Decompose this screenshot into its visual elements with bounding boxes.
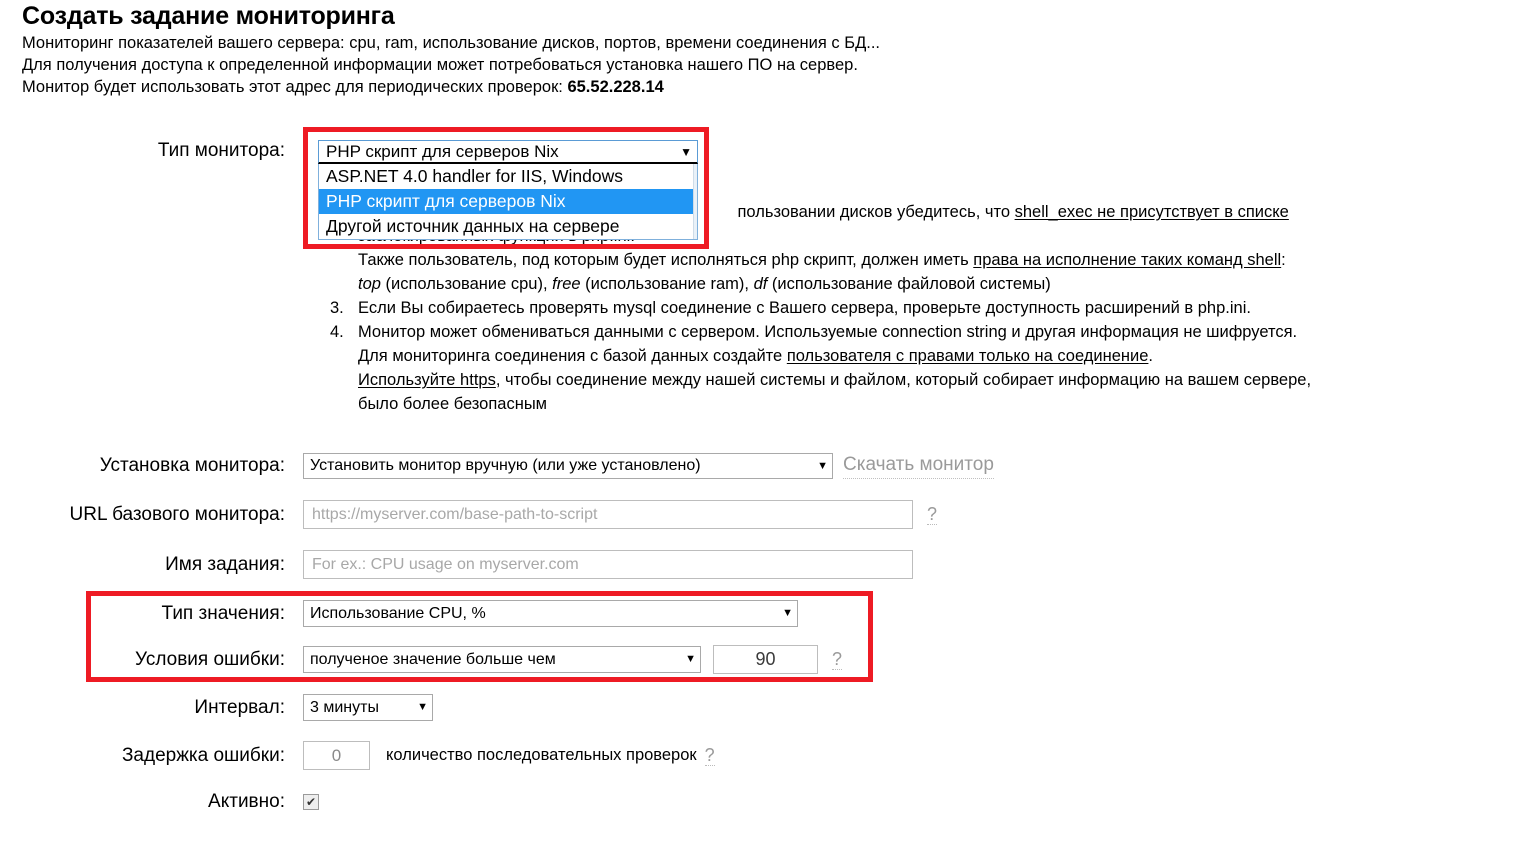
job-name-label: Имя задания: [165, 553, 285, 575]
instruction-item-4-line3-tail: , чтобы соединение между нашей системы и… [495, 371, 1312, 389]
instruction-item-4-line4: было более безопасным [358, 395, 548, 413]
value-type-selected-text: Использование CPU, % [310, 604, 486, 622]
monitor-type-option-list[interactable]: ASP.NET 4.0 handler for IIS, Windows PHP… [318, 164, 698, 240]
download-monitor-link[interactable]: Скачать монитор [843, 454, 994, 479]
cmd-top: top [358, 275, 381, 293]
cmd-df: df [753, 275, 768, 293]
instruction-item-4-body: Монитор может обмениваться данными с сер… [358, 320, 1311, 416]
interval-label: Интервал: [194, 696, 285, 718]
error-delay-input[interactable]: 0 [303, 741, 370, 770]
row-monitor-type: Тип монитора: [0, 140, 303, 162]
chevron-down-icon: ▼ [417, 701, 428, 713]
row-error-condition: Условия ошибки: полученое значение больш… [0, 645, 843, 674]
instruction-para-a-line1-text: Также пользователь, под которым будет ис… [358, 251, 974, 269]
error-condition-help-icon[interactable]: ? [832, 650, 843, 670]
monitor-type-selected-text: PHP скрипт для серверов Nix [326, 141, 559, 161]
shell-exec-link[interactable]: shell_exec не присутствует в списке [1015, 203, 1289, 221]
shell-rights-link[interactable]: права на исполнение таких команд shell [973, 251, 1281, 269]
cmd-free-desc: (использование ram), [580, 275, 754, 293]
value-type-select[interactable]: Использование CPU, % ▼ [303, 600, 798, 627]
job-name-input[interactable]: For ex.: CPU usage on myserver.com [303, 550, 913, 579]
row-interval: Интервал: 3 минуты ▼ [0, 694, 433, 721]
row-job-name: Имя задания: For ex.: CPU usage on myser… [0, 550, 913, 579]
intro-paragraph: Мониторинг показателей вашего сервера: c… [22, 32, 880, 98]
row-value-type: Тип значения: Использование CPU, % ▼ [0, 600, 798, 627]
cmd-top-desc: (использование cpu), [380, 275, 553, 293]
instruction-item-4: 4. Монитор может обмениваться данными с … [330, 320, 1505, 416]
base-url-label: URL базового монитора: [69, 503, 285, 525]
monitor-type-option-1[interactable]: PHP скрипт для серверов Nix [319, 189, 697, 214]
row-error-delay: Задержка ошибки: 0 количество последоват… [0, 741, 715, 770]
monitor-ip-value: 65.52.228.14 [567, 78, 664, 96]
row-install-monitor: Установка монитора: Установить монитор в… [0, 453, 994, 479]
active-checkbox[interactable]: ✔ [303, 794, 319, 810]
intro-line-2: Для получения доступа к определенной инф… [22, 56, 858, 74]
active-label: Активно: [208, 791, 285, 812]
instruction-item-4-line1: Монитор может обмениваться данными с сер… [358, 323, 1298, 341]
interval-selected-text: 3 минуты [310, 698, 379, 716]
error-condition-label: Условия ошибки: [135, 648, 285, 670]
row-active: Активно: ✔ [0, 791, 319, 813]
row-base-url: URL базового монитора: https://myserver.… [0, 500, 938, 529]
instruction-para-a-line1-tail: : [1281, 251, 1286, 269]
error-threshold-input[interactable]: 90 [713, 645, 818, 674]
chevron-down-icon: ▼ [782, 607, 793, 619]
install-monitor-label: Установка монитора: [99, 455, 285, 476]
instruction-para-a-line2: top (использование cpu), free (использов… [330, 272, 1505, 296]
monitor-type-option-0[interactable]: ASP.NET 4.0 handler for IIS, Windows [319, 164, 697, 189]
error-delay-help-icon[interactable]: ? [704, 746, 715, 766]
instruction-item-4-number: 4. [330, 323, 344, 341]
monitor-type-option-2[interactable]: Другой источник данных на сервере [319, 214, 697, 239]
dropdown-scrollbar[interactable] [693, 164, 697, 239]
error-condition-selected-text: полученое значение больше чем [310, 650, 556, 668]
monitor-type-label: Тип монитора: [157, 140, 285, 161]
instruction-line-2-tail: пользовании дисков убедитесь, что [737, 203, 1015, 221]
instruction-item-4-line2-head: Для мониторинга соединения с базой данны… [358, 347, 787, 365]
db-user-rights-link[interactable]: пользователя с правами только на соедине… [787, 347, 1149, 365]
cmd-df-desc: (использование файловой системы) [767, 275, 1051, 293]
instruction-para-a-line1: Также пользователь, под которым будет ис… [330, 248, 1505, 272]
page-title: Создать задание мониторинга [22, 2, 395, 30]
cmd-free: free [552, 275, 581, 293]
base-url-help-icon[interactable]: ? [927, 505, 938, 525]
checkmark-icon: ✔ [305, 795, 317, 809]
intro-line-3: Монитор будет использовать этот адрес дл… [22, 76, 880, 98]
value-type-label: Тип значения: [161, 602, 285, 624]
error-delay-hint: количество последовательных проверок [386, 746, 697, 764]
interval-select[interactable]: 3 минуты ▼ [303, 694, 433, 721]
chevron-down-icon: ▼ [685, 653, 696, 665]
monitor-type-select[interactable]: PHP скрипт для серверов Nix ▼ ASP.NET 4.… [318, 140, 698, 240]
intro-line-3-text: Монитор будет использовать этот адрес дл… [22, 78, 568, 96]
chevron-down-icon: ▼ [817, 459, 828, 472]
monitor-type-selected-display[interactable]: PHP скрипт для серверов Nix ▼ [318, 140, 698, 164]
instruction-item-3-number: 3. [330, 299, 344, 317]
error-condition-select[interactable]: полученое значение больше чем ▼ [303, 646, 701, 673]
instruction-item-3: 3. Если Вы собираетесь проверять mysql с… [330, 296, 1505, 320]
error-delay-label: Задержка ошибки: [121, 744, 285, 766]
instruction-item-4-line2-tail: . [1148, 347, 1154, 365]
base-url-input[interactable]: https://myserver.com/base-path-to-script [303, 500, 913, 529]
intro-line-1: Мониторинг показателей вашего сервера: c… [22, 34, 880, 52]
chevron-down-icon: ▼ [680, 144, 692, 159]
install-monitor-select[interactable]: Установить монитор вручную (или уже уста… [303, 453, 833, 479]
use-https-link[interactable]: Используйте https [358, 371, 496, 389]
instruction-item-4-line2: Для мониторинга соединения с базой данны… [358, 344, 1311, 368]
instruction-item-4-line3: Используйте https, чтобы соединение межд… [358, 368, 1311, 392]
instruction-item-3-text: Если Вы собираетесь проверять mysql соед… [358, 299, 1251, 317]
install-monitor-selected-text: Установить монитор вручную (или уже уста… [310, 457, 701, 474]
